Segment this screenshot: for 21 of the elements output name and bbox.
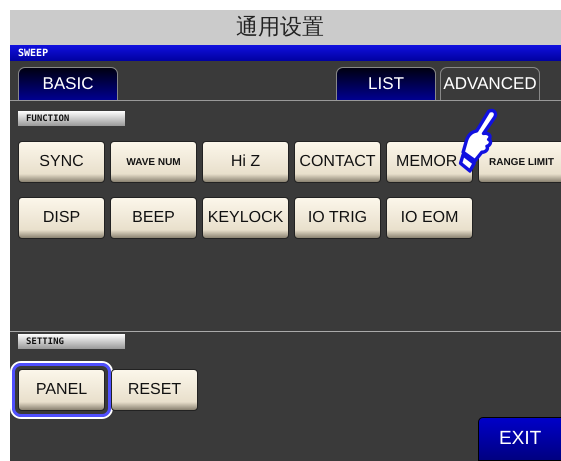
setting-button[interactable]: RESET [111,369,198,411]
mode-label: SWEEP [18,48,48,59]
function-button[interactable]: CONTACT [294,141,381,184]
function-button[interactable]: RANGE LIMIT [478,141,561,184]
function-button[interactable]: SYNC [18,141,105,184]
screen-title: 通用设置 [236,13,324,42]
function-button[interactable]: DISP [18,197,105,240]
function-button[interactable]: KEYLOCK [202,197,289,240]
function-button[interactable]: IO EOM [386,197,473,240]
section-label: FUNCTION [18,111,125,126]
function-button[interactable]: Hi Z [202,141,289,184]
function-button[interactable]: IO TRIG [294,197,381,240]
function-button[interactable]: MEMOR [386,141,473,184]
section-label: SETTING [18,334,125,349]
function-button[interactable]: BEEP [110,197,197,240]
setting-button[interactable]: PANEL [18,369,105,411]
tab[interactable]: LIST [336,67,436,100]
tab[interactable]: BASIC [18,67,118,100]
exit-button[interactable]: EXIT [478,417,561,461]
function-button[interactable]: WAVE NUM [110,141,197,184]
tab[interactable]: ADVANCED [440,67,540,100]
